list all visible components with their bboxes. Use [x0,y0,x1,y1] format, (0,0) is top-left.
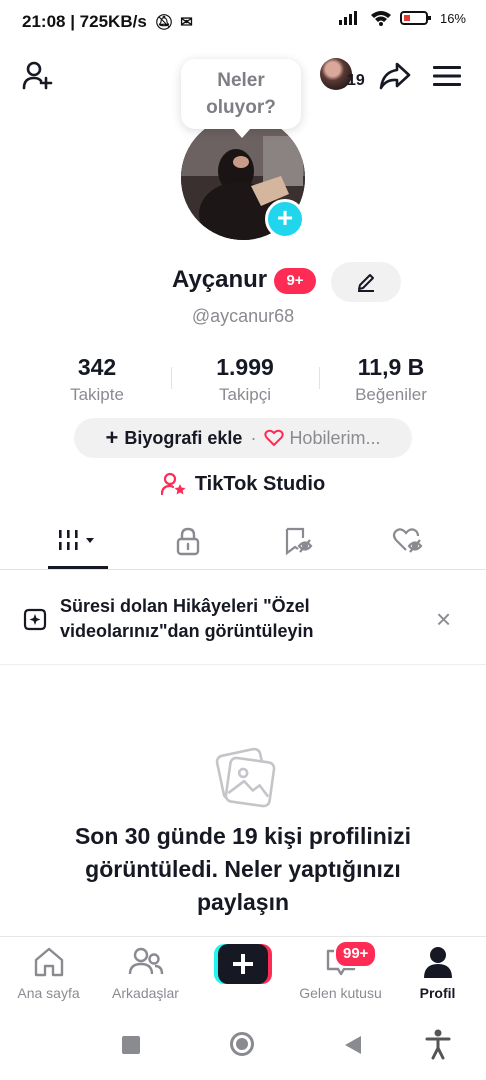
stat-likes-value: 11,9 B [357,354,425,380]
bubble-line-2: oluyor? [206,97,276,118]
tab-videos[interactable] [38,512,118,570]
bio-separator: · [250,427,257,448]
nav-profile-label: Profil [419,985,456,1001]
name-notification-badge[interactable]: 9+ [274,268,316,294]
nav-profile[interactable]: Profil [389,937,486,1009]
signal-icon [338,11,357,25]
profile-username: @aycanur68 [191,306,295,326]
lock-icon [176,527,200,556]
edit-profile-button[interactable] [331,262,401,302]
photos-icon [208,738,278,813]
tab-saved[interactable] [258,512,338,570]
accessibility-icon[interactable] [424,1028,452,1065]
profile-icon [389,945,486,979]
stat-following[interactable]: 342 Takipte [17,354,177,405]
hobbies-label: Hobilerim... [289,427,381,448]
story-viewers-count: 19 [347,72,365,89]
heart-icon [264,429,285,447]
person-add-icon[interactable] [20,58,56,94]
back-button[interactable] [343,1034,363,1061]
story-viewers-button[interactable]: 19 [320,58,368,94]
stat-likes-label: Beğeniler [355,385,427,404]
tab-private[interactable] [148,512,228,570]
hobbies-button[interactable]: Hobilerim... [264,428,380,449]
notice-divider [0,664,486,665]
home-button[interactable] [230,1032,254,1056]
studio-icon [160,472,186,496]
status-bubble[interactable]: Neler oluyor? [181,59,301,138]
create-plus-icon[interactable] [214,944,272,984]
status-right: 16% [338,10,466,26]
inbox-badge: 99+ [334,940,378,968]
hamburger-menu-icon[interactable] [430,60,464,92]
stat-likes[interactable]: 11,9 B Beğeniler [311,354,471,405]
bio-pill: + Biyografi ekle · Hobilerim... [74,418,412,458]
status-left: 21:08 | 725KB/s 🔕︎ ✉ [22,12,193,32]
profile-name: Ayçanur [172,266,268,293]
profile-tabs [0,512,486,570]
bubble-line-1: Neler [217,70,265,91]
system-nav [0,1008,486,1080]
add-bio-button[interactable]: + Biyografi ekle [106,425,243,451]
add-story-icon[interactable]: + [265,199,305,239]
stat-following-value: 342 [77,354,117,380]
studio-label: TikTok Studio [194,472,326,495]
plus-icon: + [105,425,119,450]
friends-icon [97,945,194,979]
home-button-dot [236,1038,248,1050]
saved-icon [285,527,313,556]
stat-followers[interactable]: 1.999 Takipçi [165,354,325,405]
stat-followers-value: 1.999 [216,354,274,380]
recents-button[interactable] [122,1036,140,1054]
tiktok-studio-link[interactable]: TikTok Studio [0,472,486,496]
story-icon [22,606,48,637]
tabs-divider [0,569,486,570]
status-bar: 21:08 | 725KB/s 🔕︎ ✉ 16% [0,0,486,44]
tab-liked[interactable] [368,512,448,570]
stat-followers-label: Takipçi [219,385,271,404]
status-time-speed: 21:08 | 725KB/s [22,12,147,31]
share-icon[interactable] [377,58,413,94]
pencil-icon [358,274,374,292]
add-bio-label: Biyografi ekle [124,427,243,448]
nav-friends-label: Arkadaşlar [112,985,179,1001]
nav-home[interactable]: Ana sayfa [0,937,97,1009]
battery-icon [399,11,431,25]
close-icon[interactable]: × [436,604,451,635]
mail-icon: ✉ [180,14,193,31]
notice-text: Süresi dolan Hikâyeleri "Özel videoların… [60,596,314,641]
battery-percent: 16% [439,10,466,26]
bell-muted-icon: 🔕︎ [154,14,174,31]
nav-friends[interactable]: Arkadaşlar [97,937,194,1009]
nav-inbox-label: Gelen kutusu [299,985,382,1001]
stat-following-label: Takipte [70,385,124,404]
home-icon [0,945,97,979]
wifi-icon [370,11,391,26]
grid-videos-icon [59,530,94,550]
liked-icon [392,528,423,553]
empty-state-text: Son 30 günde 19 kişi profilinizi görüntü… [74,823,412,915]
nav-home-label: Ana sayfa [17,985,80,1001]
